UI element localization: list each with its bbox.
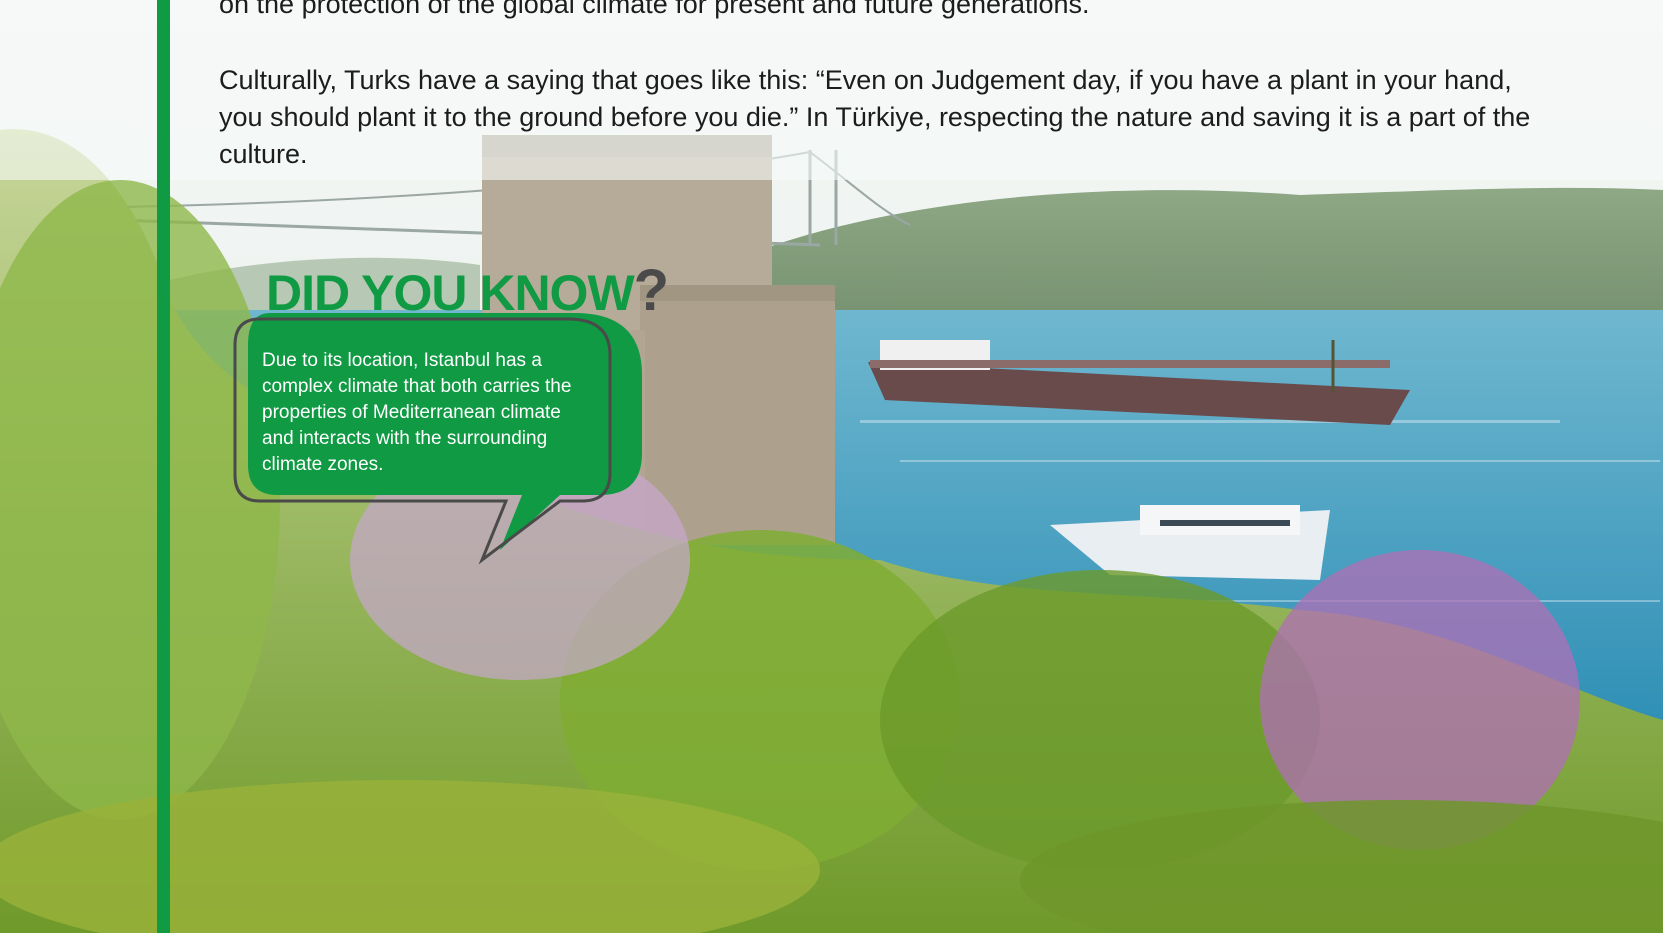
did-you-know-text: Due to its location, Istanbul has a comp… bbox=[262, 350, 572, 475]
body-paragraph-1: on the protection of the global climate … bbox=[219, 0, 1090, 19]
accent-rule bbox=[157, 0, 170, 933]
body-paragraph-2: Culturally, Turks have a saying that goe… bbox=[219, 65, 1531, 169]
